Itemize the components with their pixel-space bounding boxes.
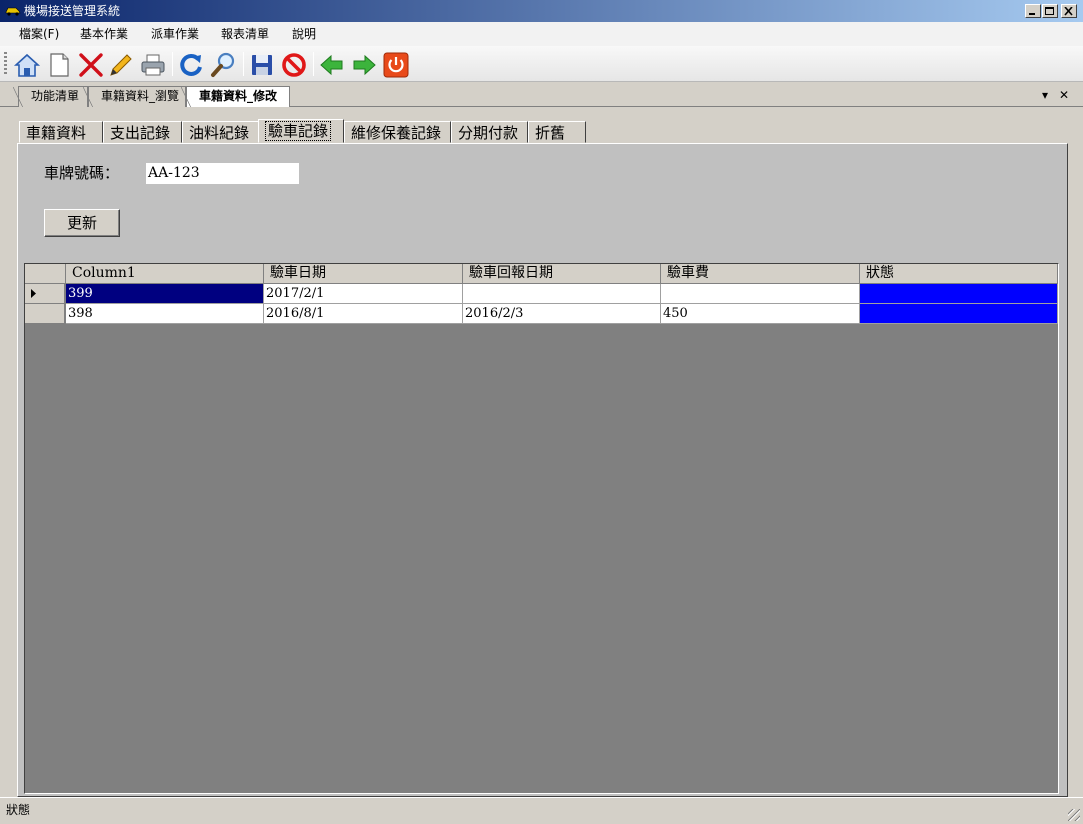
cell-report-date[interactable] <box>463 284 661 304</box>
refresh-button[interactable] <box>176 50 206 80</box>
search-button[interactable] <box>208 50 238 80</box>
tab-label: 分期付款 <box>458 124 519 142</box>
doc-tab-vehicle-browse[interactable]: 車籍資料_瀏覽 <box>83 86 186 108</box>
toolbar-separator <box>313 52 314 76</box>
column-header-column1[interactable]: Column1 <box>66 264 264 284</box>
resize-grip-icon[interactable] <box>1068 809 1080 821</box>
home-button[interactable] <box>12 50 42 80</box>
tab-label: 維修保養記錄 <box>351 124 442 142</box>
column-header-fee[interactable]: 驗車費 <box>661 264 860 284</box>
cell-fee[interactable] <box>661 284 860 304</box>
tab-label: 驗車記錄 <box>265 121 332 141</box>
tab-vehicle-data[interactable]: 車籍資料 <box>19 121 103 143</box>
update-button[interactable]: 更新 <box>44 209 120 237</box>
inspection-records-page: 車牌號碼： AA-123 更新 Column1 驗車日期 驗車回報日期 驗車費 … <box>17 143 1068 797</box>
cell-report-date[interactable]: 2016/2/3 <box>463 304 661 324</box>
exit-button[interactable] <box>381 50 411 80</box>
column-header-inspection-date[interactable]: 驗車日期 <box>264 264 463 284</box>
forward-button[interactable] <box>349 50 379 80</box>
print-button[interactable] <box>138 50 168 80</box>
toolbar-separator <box>243 52 244 76</box>
toolbar-grip[interactable] <box>4 52 7 76</box>
toolbar <box>0 46 1083 82</box>
row-header[interactable] <box>25 304 65 324</box>
maximize-icon <box>1045 7 1054 15</box>
minimize-icon <box>1029 13 1035 15</box>
title-bar: 機場接送管理系統 <box>0 0 1083 22</box>
tab-expense-records[interactable]: 支出記錄 <box>103 121 182 143</box>
edit-icon <box>110 54 132 76</box>
tab-label: 車籍資料 <box>26 124 87 142</box>
car-app-icon <box>5 7 21 16</box>
toolbar-separator <box>172 52 173 76</box>
delete-button[interactable] <box>76 50 106 80</box>
plate-number-label: 車牌號碼： <box>44 164 120 182</box>
close-button[interactable] <box>1061 4 1077 18</box>
cell-inspection-date[interactable]: 2017/2/1 <box>264 284 463 304</box>
cell-column1[interactable]: 398 <box>66 304 264 324</box>
tab-maintenance-records[interactable]: 維修保養記錄 <box>344 121 451 143</box>
row-header-current[interactable] <box>25 284 65 304</box>
plate-number-field[interactable]: AA-123 <box>146 163 299 184</box>
doc-tab-label: 車籍資料_修改 <box>199 89 278 103</box>
tab-label: 支出記錄 <box>110 124 171 142</box>
forward-icon <box>353 54 376 76</box>
cell-status[interactable] <box>860 284 1058 304</box>
main-panel: 車籍資料 支出記錄 油料紀錄 驗車記錄 維修保養記錄 分期付款 折舊 車牌號碼：… <box>0 107 1083 797</box>
doc-tab-label: 車籍資料_瀏覽 <box>101 89 180 103</box>
doc-tab-function-list[interactable]: 功能清單 <box>13 86 88 108</box>
back-icon <box>320 54 343 76</box>
document-tab-strip: 功能清單 車籍資料_瀏覽 車籍資料_修改 ▾ ✕ <box>0 82 1083 108</box>
tab-inspection-records[interactable]: 驗車記錄 <box>258 119 344 143</box>
cell-inspection-date[interactable]: 2016/8/1 <box>264 304 463 324</box>
menu-bar: 檔案(F) 基本作業 派車作業 報表清單 說明 <box>0 22 1083 46</box>
menu-reports[interactable]: 報表清單 <box>221 26 269 42</box>
inspection-grid[interactable]: Column1 驗車日期 驗車回報日期 驗車費 狀態 399 2017/2/1 … <box>24 263 1059 794</box>
cell-column1[interactable]: 399 <box>66 284 264 304</box>
menu-file[interactable]: 檔案(F) <box>19 26 59 42</box>
save-button[interactable] <box>247 50 277 80</box>
new-button[interactable] <box>44 50 74 80</box>
tab-label: 油料紀錄 <box>189 124 250 142</box>
menu-basic-operations[interactable]: 基本作業 <box>80 26 128 42</box>
cell-status[interactable] <box>860 304 1058 324</box>
tab-fuel-records[interactable]: 油料紀錄 <box>182 121 260 143</box>
grid-header: Column1 驗車日期 驗車回報日期 驗車費 狀態 <box>25 264 1058 284</box>
doc-tab-label: 功能清單 <box>31 89 80 103</box>
current-row-arrow-icon <box>31 289 36 298</box>
window-title: 機場接送管理系統 <box>24 4 121 18</box>
tab-close-icon[interactable]: ✕ <box>1059 88 1069 102</box>
tab-dropdown-icon[interactable]: ▾ <box>1042 88 1048 102</box>
home-icon <box>13 53 41 77</box>
delete-icon <box>79 53 103 77</box>
back-button[interactable] <box>317 50 347 80</box>
new-document-icon <box>50 53 69 77</box>
tab-installments[interactable]: 分期付款 <box>451 121 528 143</box>
stop-icon <box>282 53 306 77</box>
print-icon <box>141 54 165 76</box>
column-header-report-date[interactable]: 驗車回報日期 <box>463 264 661 284</box>
search-icon <box>211 52 235 77</box>
tab-label: 折舊 <box>535 124 566 142</box>
table-row[interactable]: 398 2016/8/1 2016/2/3 450 <box>25 304 1058 324</box>
maximize-button[interactable] <box>1042 4 1058 18</box>
menu-dispatch[interactable]: 派車作業 <box>151 26 199 42</box>
cell-fee[interactable]: 450 <box>661 304 860 324</box>
grid-corner-cell[interactable] <box>25 264 66 284</box>
column-header-status[interactable]: 狀態 <box>860 264 1058 284</box>
power-icon <box>383 52 409 78</box>
status-bar: 狀態 <box>0 797 1083 824</box>
table-row[interactable]: 399 2017/2/1 <box>25 284 1058 304</box>
refresh-icon <box>180 53 202 76</box>
edit-button[interactable] <box>106 50 136 80</box>
status-text: 狀態 <box>6 803 31 817</box>
close-icon <box>1064 7 1073 16</box>
stop-button[interactable] <box>279 50 309 80</box>
tab-depreciation[interactable]: 折舊 <box>528 121 586 143</box>
doc-tab-vehicle-edit[interactable]: 車籍資料_修改 <box>181 86 290 108</box>
menu-help[interactable]: 說明 <box>292 26 316 42</box>
save-icon <box>252 55 272 75</box>
minimize-button[interactable] <box>1025 4 1041 18</box>
